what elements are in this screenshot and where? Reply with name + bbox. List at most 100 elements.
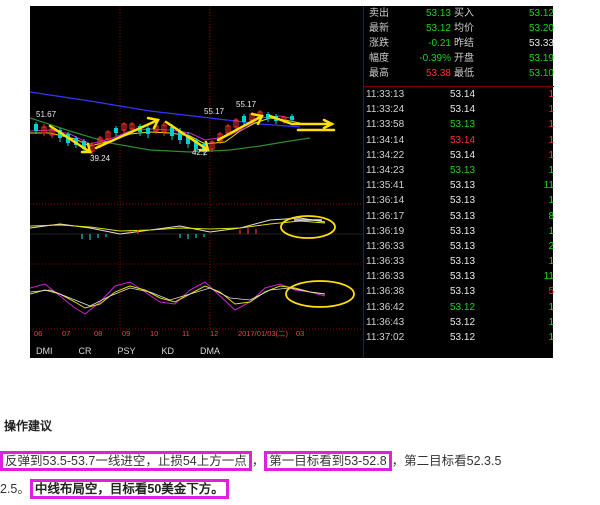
- quote-value: 53.10: [528, 68, 554, 79]
- advice-sep: ，: [251, 454, 265, 468]
- quote-label: 开盘: [454, 53, 474, 64]
- tick-price: 53.12: [450, 316, 476, 328]
- tick-row: 11:33:24 53.14 1: [364, 102, 554, 117]
- tick-row: 11:37:02 53.12 1: [364, 330, 554, 345]
- tick-price: 53.13: [450, 256, 476, 268]
- quote-value: 53.20: [528, 23, 554, 34]
- tick-volume: 8: [548, 210, 554, 222]
- tab-psy[interactable]: PSY: [112, 344, 142, 358]
- quote-value: 53.13: [425, 8, 451, 19]
- tick-price: 53.13: [450, 240, 476, 252]
- advice-entry-box: 反弹到53.5-53.7一线进空，止损54上方一点: [0, 451, 252, 471]
- quote-label: 买入: [454, 8, 474, 19]
- tick-volume: 11: [543, 271, 554, 283]
- quote-label: 最新: [369, 23, 389, 34]
- advice-target1-box: 第一目标看到53-52.8: [264, 451, 392, 471]
- tick-volume: 1: [548, 301, 554, 313]
- advice-text: 反弹到53.5-53.7一线进空，止损54上方一点，第一目标看到53-52.8，…: [0, 447, 600, 503]
- tick-time: 11:33:13: [366, 89, 405, 100]
- tick-volume: 1: [548, 332, 554, 343]
- quote-row: 最高 53.38 最低 53.10: [364, 66, 554, 81]
- quote-row: 最新 53.12 均价 53.20: [364, 21, 554, 36]
- quote-label: 最高: [369, 68, 389, 79]
- oscillator-indicator: [30, 280, 355, 315]
- tick-list: 11:33:13 53.14 1 11:33:24 53.14 1 11:33:58 53.1…: [364, 86, 554, 345]
- tick-row: 11:36:33 53.13 1: [364, 254, 554, 269]
- tick-price: 53.13: [450, 225, 476, 237]
- x-axis-label: 11: [182, 329, 190, 338]
- quote-panel: 卖出 53.13 买入 53.12 最新 53.12 均价 53.20 涨跌 -0.21 昨结 53.…: [363, 6, 554, 358]
- tick-price: 53.14: [450, 149, 476, 161]
- tab-cr[interactable]: CR: [73, 344, 98, 358]
- tick-time: 11:36:38: [366, 286, 405, 298]
- x-axis-label: 2017/01/03(二): [238, 329, 289, 338]
- tick-volume: 1: [548, 119, 554, 131]
- tab-dma[interactable]: DMA: [194, 344, 226, 358]
- quote-label: 最低: [454, 68, 474, 79]
- tick-time: 11:36:33: [366, 271, 405, 283]
- tick-row: 11:33:13 53.14 1: [364, 87, 554, 102]
- quote-label: 幅度: [369, 53, 389, 64]
- quote-value: 53.12: [528, 8, 554, 19]
- quote-value: 53.33: [528, 38, 554, 49]
- tick-time: 11:35:41: [366, 180, 405, 192]
- quote-value: -0.21: [428, 38, 451, 49]
- price-label: 55.17: [236, 100, 257, 109]
- tab-kd[interactable]: KD: [156, 344, 181, 358]
- x-axis-label: 12: [210, 329, 218, 338]
- quote-label: 涨跌: [369, 38, 389, 49]
- tick-price: 53.13: [450, 164, 476, 176]
- tick-price: 53.12: [450, 301, 476, 313]
- tick-time: 11:34:22: [366, 149, 405, 161]
- tick-volume: 1: [548, 256, 554, 268]
- tick-time: 11:33:58: [366, 119, 405, 131]
- tick-volume: 1: [548, 164, 554, 176]
- tick-volume: 1: [548, 225, 554, 237]
- quote-label: 均价: [454, 23, 474, 34]
- tick-row: 11:36:38 53.13 5: [364, 284, 554, 299]
- tick-row: 11:35:41 53.13 11: [364, 178, 554, 193]
- tick-price: 53.13: [450, 271, 476, 283]
- tab-dmi[interactable]: DMI: [30, 344, 59, 358]
- tick-row: 11:36:33 53.13 11: [364, 269, 554, 284]
- price-label: 51.67: [36, 110, 57, 119]
- quote-row: 涨跌 -0.21 昨结 53.33: [364, 36, 554, 51]
- x-axis-label: 08: [94, 329, 102, 338]
- tick-price: 53.14: [450, 89, 476, 100]
- tick-row: 11:34:14 53.14 1: [364, 133, 554, 148]
- advice-target2-text: ，第二目标看52.3.5: [391, 454, 502, 468]
- tick-time: 11:36:17: [366, 210, 405, 222]
- x-axis-label: 07: [62, 329, 70, 338]
- tick-row: 11:36:43 53.12 1: [364, 315, 554, 330]
- tick-row: 11:33:58 53.13 1: [364, 117, 554, 132]
- price-label: 55.17: [204, 107, 225, 116]
- tick-time: 11:37:02: [366, 332, 405, 343]
- tick-price: 53.13: [450, 210, 476, 222]
- tick-time: 11:36:19: [366, 225, 405, 237]
- price-label: 39.24: [90, 154, 111, 163]
- tick-row: 11:34:23 53.13 1: [364, 163, 554, 178]
- x-axis-label: 06: [34, 329, 42, 338]
- tick-volume: 1: [548, 134, 554, 146]
- quote-value: 53.19: [528, 53, 554, 64]
- tick-time: 11:36:33: [366, 240, 405, 252]
- tick-volume: 5: [548, 286, 554, 298]
- x-axis-label: 10: [150, 329, 158, 338]
- tick-row: 11:36:19 53.13 1: [364, 224, 554, 239]
- advice-midterm-box: 中线布局空，目标看50美金下方。: [29, 479, 229, 499]
- tick-volume: 1: [548, 316, 554, 328]
- quote-summary: 卖出 53.13 买入 53.12 最新 53.12 均价 53.20 涨跌 -0.21 昨结 53.…: [364, 6, 554, 81]
- chart-canvas: 51.67 39.24 55.17 55.17 42.2 06 07 08 09…: [30, 6, 363, 338]
- tick-volume: 1: [548, 149, 554, 161]
- quote-row: 卖出 53.13 买入 53.12: [364, 6, 554, 21]
- tick-row: 11:34:22 53.14 1: [364, 148, 554, 163]
- quote-value: -0.39%: [419, 53, 451, 64]
- tick-time: 11:33:24: [366, 104, 405, 116]
- macd-indicator: [30, 215, 363, 240]
- tick-price: 53.13: [450, 180, 476, 192]
- quote-label: 卖出: [369, 8, 389, 19]
- quote-value: 53.12: [425, 23, 451, 34]
- tick-time: 11:36:42: [366, 301, 405, 313]
- tick-row: 11:36:14 53.13 1: [364, 193, 554, 208]
- candles: [34, 110, 294, 156]
